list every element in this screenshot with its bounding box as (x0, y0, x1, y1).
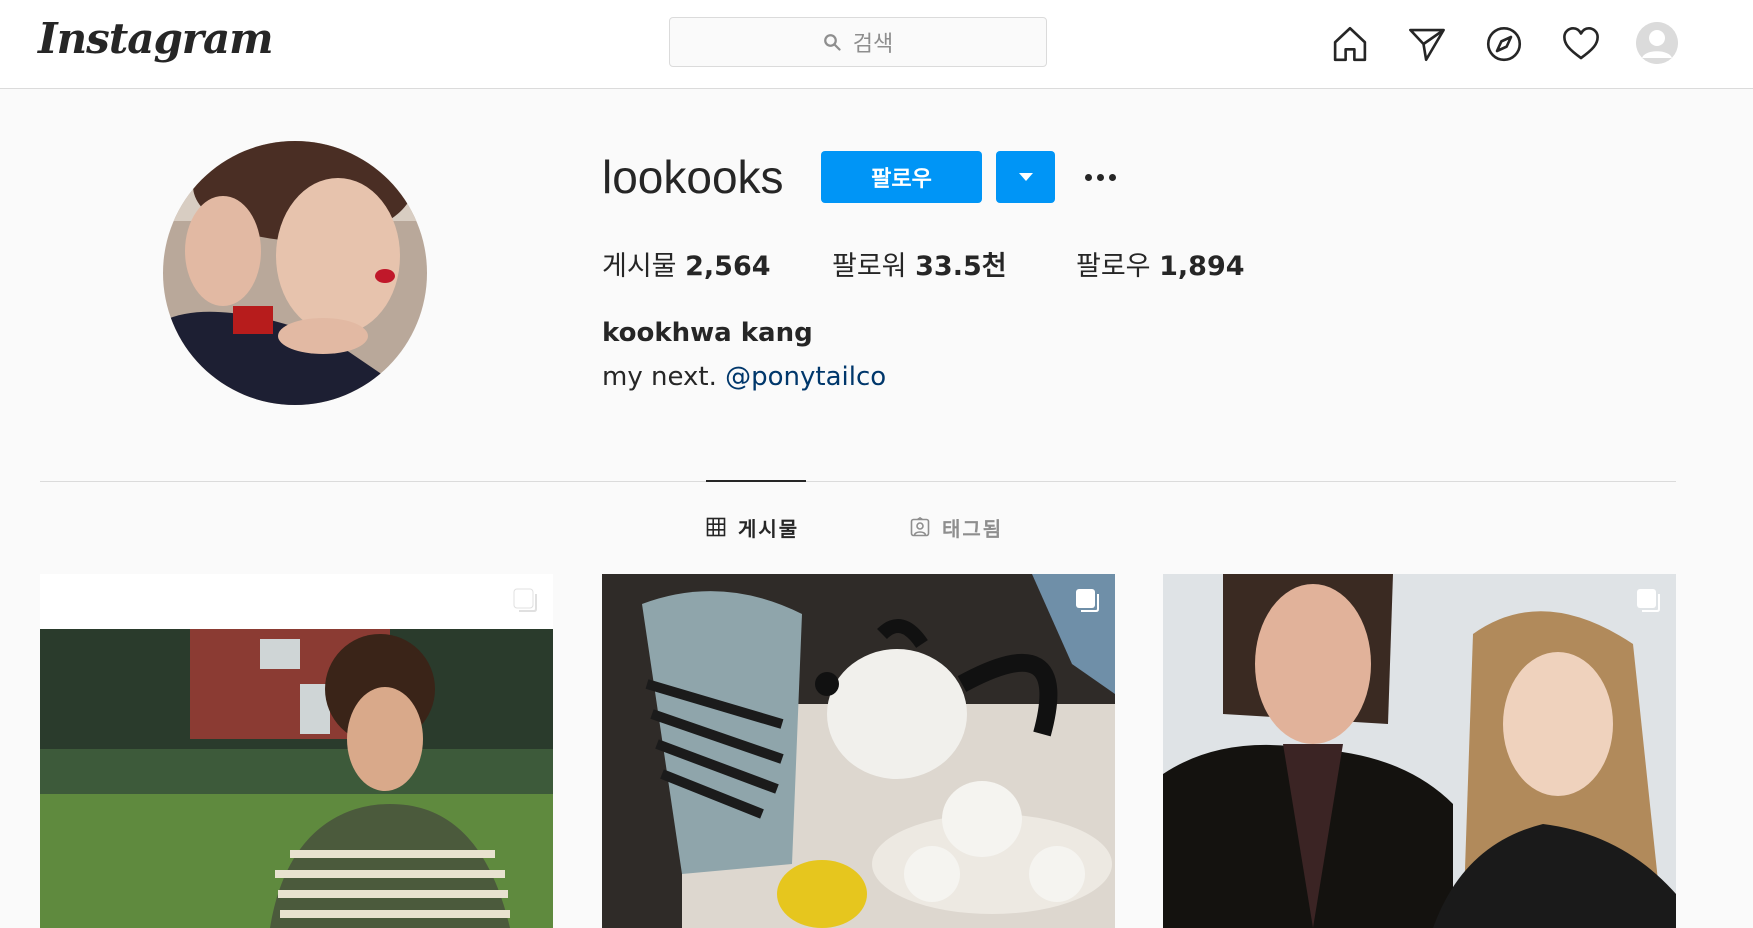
post-thumbnail[interactable] (602, 574, 1115, 928)
tab-divider (40, 481, 1676, 482)
profile-picture[interactable] (163, 141, 427, 405)
following-link[interactable]: 팔로우 1,894 (1076, 244, 1245, 283)
multiple-images-icon (1637, 589, 1660, 612)
post-image-man-in-striped-sweater (40, 574, 553, 928)
profile-avatar-button[interactable] (1636, 22, 1678, 64)
explore-icon (1486, 26, 1522, 62)
profile-bio: my next. @ponytailco (602, 362, 886, 392)
instagram-logo[interactable]: Instagram (38, 14, 274, 63)
post-thumbnail[interactable] (40, 574, 553, 928)
explore-button[interactable] (1480, 20, 1528, 68)
active-tab-indicator (706, 480, 806, 482)
stat-label: 팔로워 (832, 251, 907, 282)
bio-mention-link[interactable]: @ponytailco (725, 362, 886, 392)
caret-down-icon (1018, 173, 1033, 181)
stat-value: 33.5천 (915, 251, 1007, 282)
direct-messages-button[interactable] (1403, 20, 1451, 68)
stat-value: 1,894 (1159, 251, 1245, 282)
search-input[interactable]: 검색 (669, 17, 1047, 67)
tagged-icon (910, 517, 930, 537)
more-options-button[interactable] (1075, 158, 1125, 196)
home-button[interactable] (1326, 20, 1374, 68)
tab-label: 게시물 (738, 516, 800, 541)
tab-label: 태그됨 (942, 516, 1004, 541)
posts-count: 게시물 2,564 (602, 244, 771, 283)
stat-label: 게시물 (602, 251, 677, 282)
top-navigation-bar: Instagram 검색 (0, 0, 1753, 89)
tab-posts[interactable]: 게시물 (706, 512, 799, 542)
direct-icon (1409, 28, 1445, 62)
profile-full-name: kookhwa kang (602, 318, 813, 348)
stat-label: 팔로우 (1076, 251, 1151, 282)
multiple-images-icon (1076, 589, 1099, 612)
suggested-accounts-dropdown-button[interactable] (996, 151, 1055, 203)
post-image-ceramic-teapots (602, 574, 1115, 928)
activity-button[interactable] (1557, 20, 1605, 68)
stat-value: 2,564 (685, 251, 771, 282)
profile-username: lookooks (602, 151, 784, 203)
default-avatar-icon (1636, 22, 1678, 64)
bio-text: my next. (602, 362, 717, 392)
dot-icon (1096, 173, 1104, 181)
grid-icon (706, 517, 726, 537)
search-placeholder: 검색 (852, 32, 894, 57)
heart-icon (1563, 26, 1599, 60)
home-icon (1333, 26, 1367, 62)
post-image-couple-portrait (1163, 574, 1676, 928)
tab-tagged[interactable]: 태그됨 (910, 512, 1003, 542)
search-icon (823, 34, 841, 51)
dot-icon (1084, 173, 1092, 181)
post-thumbnail[interactable] (1163, 574, 1676, 928)
followers-link[interactable]: 팔로워 33.5천 (832, 244, 1007, 283)
dot-icon (1108, 173, 1116, 181)
multiple-images-icon (513, 588, 537, 612)
follow-button[interactable]: 팔로우 (821, 151, 982, 203)
profile-photo (163, 141, 427, 405)
